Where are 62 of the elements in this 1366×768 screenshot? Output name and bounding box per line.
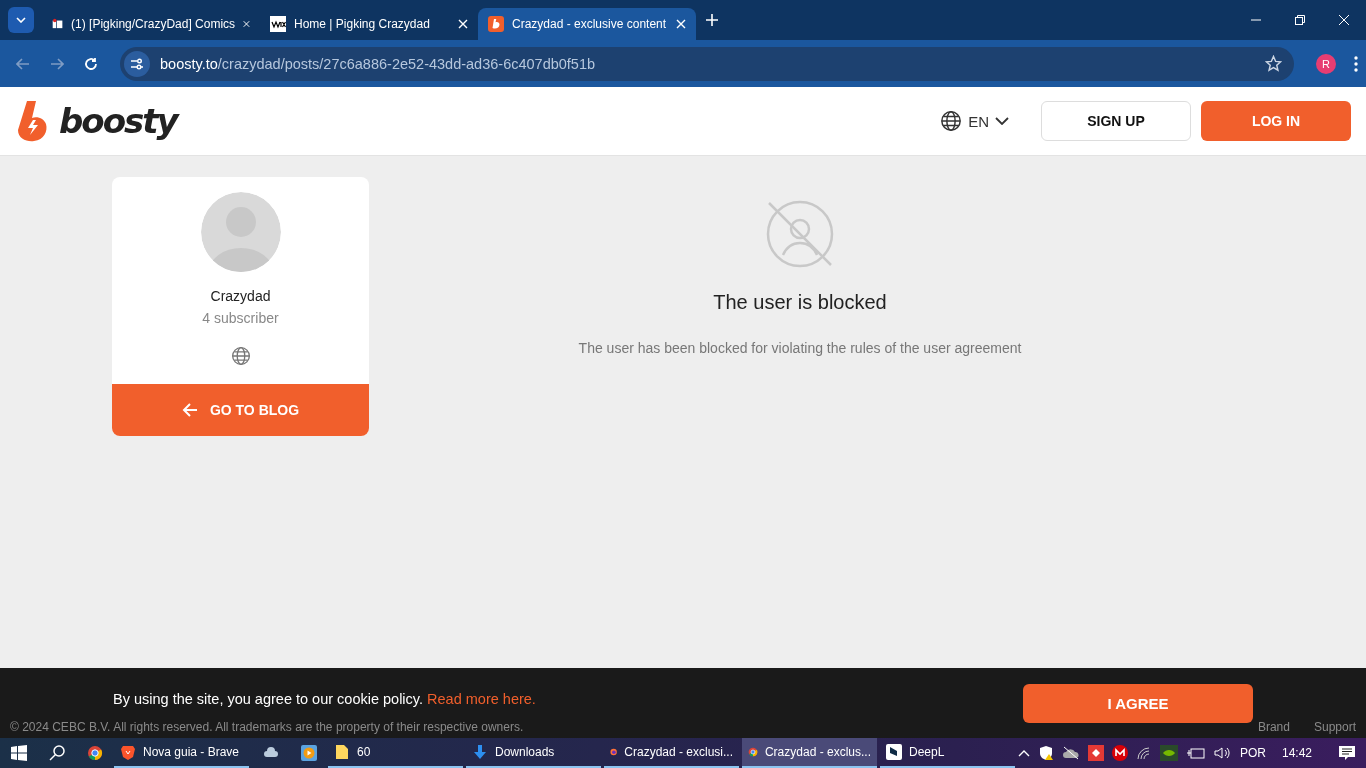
- arrow-left-icon: [181, 403, 198, 417]
- close-icon[interactable]: [458, 19, 468, 29]
- footer-link[interactable]: Support: [1313, 720, 1356, 734]
- site-settings-icon[interactable]: [130, 57, 144, 70]
- taskbar-item[interactable]: DeepL: [880, 738, 1015, 768]
- taskbar-item[interactable]: 60: [328, 738, 463, 768]
- mega-icon[interactable]: [1112, 745, 1128, 761]
- sign-up-button[interactable]: SIGN UP: [1041, 101, 1191, 141]
- chevron-up-icon[interactable]: [1018, 749, 1030, 757]
- taskbar-item[interactable]: Downloads: [466, 738, 601, 768]
- url-text: boosty.to/crazydad/posts/27c6a886-2e52-43dd-ad36-6c407db0f51b: [160, 55, 597, 72]
- cookie-text: By using the site, you agree to our cookie policy. Read more here.: [113, 691, 536, 707]
- close-icon[interactable]: [676, 19, 686, 29]
- logo-text[interactable]: boosty: [59, 101, 177, 141]
- forward-icon[interactable]: [50, 56, 64, 71]
- blog-name: Crazydad: [210, 288, 271, 304]
- language-selector[interactable]: EN: [940, 110, 1009, 132]
- blocked-user-icon: [765, 199, 835, 269]
- cloud-icon[interactable]: [1062, 746, 1080, 760]
- tab-search-button[interactable]: [8, 7, 34, 33]
- nvidia-icon[interactable]: [1160, 745, 1178, 761]
- new-tab-icon[interactable]: [706, 14, 718, 26]
- subscriber-count: 4 subscriber: [202, 310, 279, 326]
- search-icon[interactable]: [49, 745, 65, 761]
- windows-start-icon[interactable]: [11, 745, 27, 761]
- blocked-message: The user has been blocked for violating the rules of the user agreement: [578, 340, 1022, 356]
- speaker-icon[interactable]: [1214, 746, 1232, 760]
- chevron-down-icon: [995, 117, 1009, 125]
- browser-tab[interactable]: (1) [Pigking/CrazyDad] Comics: [42, 8, 260, 40]
- browser-tab[interactable]: Home | Pigking Crazydad: [260, 8, 478, 40]
- globe-icon: [940, 110, 963, 132]
- shield-icon[interactable]: [1038, 745, 1054, 761]
- profile-avatar[interactable]: R: [1316, 53, 1336, 74]
- tab-favicon-icon: [270, 16, 286, 32]
- taskbar-item[interactable]: Nova guia - Brave: [114, 738, 249, 768]
- globe-icon: [230, 346, 251, 366]
- address-bar[interactable]: boosty.to/crazydad/posts/27c6a886-2e52-43dd-ad36-6c407db0f51b: [120, 46, 1294, 81]
- battery-icon[interactable]: [1186, 746, 1206, 760]
- browser-tab[interactable]: Crazydad - exclusive content: [478, 8, 696, 40]
- back-icon[interactable]: [16, 56, 30, 71]
- star-icon[interactable]: [1265, 55, 1282, 72]
- media-player-icon[interactable]: [301, 745, 317, 761]
- wifi-icon[interactable]: [1136, 746, 1152, 760]
- taskbar-item[interactable]: Crazydad - exclus...: [742, 738, 877, 768]
- close-icon[interactable]: [243, 19, 250, 29]
- clock-time[interactable]: 14:42: [1282, 746, 1313, 760]
- notifications-icon[interactable]: [1338, 745, 1357, 761]
- menu-icon[interactable]: [1354, 55, 1358, 72]
- input-language[interactable]: POR: [1240, 746, 1266, 760]
- chevron-down-icon: [16, 17, 26, 23]
- copyright-text: © 2024 CEBC B.V. All rights reserved. All trademarks are the property of their respective owners.: [10, 720, 524, 734]
- app-icon[interactable]: [1088, 745, 1104, 761]
- chrome-icon: [87, 745, 103, 761]
- footer-link[interactable]: Brand: [1257, 720, 1290, 734]
- read-more-link[interactable]: Read more here.: [427, 691, 536, 707]
- folder-icon: [334, 744, 350, 760]
- reload-icon[interactable]: [84, 56, 98, 71]
- download-icon: [472, 744, 488, 760]
- logo-icon[interactable]: [15, 100, 49, 142]
- blocked-title: The user is blocked: [713, 291, 887, 314]
- tab-favicon-icon: [488, 16, 504, 32]
- taskbar-item[interactable]: Crazydad - exclusi...: [604, 738, 739, 768]
